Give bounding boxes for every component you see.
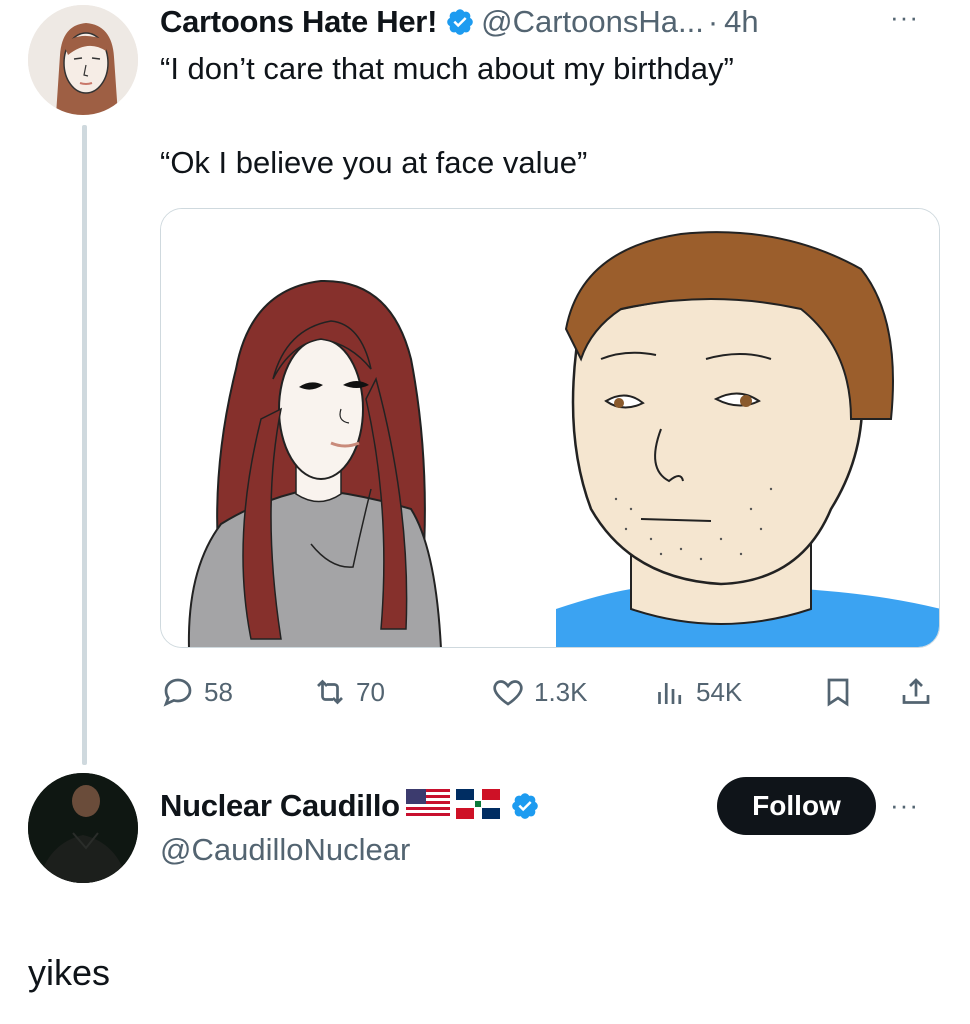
author-name[interactable]: Cartoons Hate Her! [160, 4, 437, 40]
more-options-icon[interactable]: ··· [890, 790, 919, 821]
dominican-flag-icon [455, 788, 500, 824]
separator-dot: · [707, 4, 719, 39]
tweet-text: “I don’t care that much about my birthda… [160, 50, 734, 181]
views-icon [658, 683, 682, 704]
views-count: 54K [696, 676, 743, 707]
more-options-icon[interactable]: ··· [890, 2, 919, 33]
repost-button[interactable]: 70 [312, 668, 385, 716]
tweet-timestamp[interactable]: 4h [724, 4, 758, 40]
reply-author-handle[interactable]: @CaudilloNuclear [160, 832, 546, 868]
views-button[interactable]: 54K [652, 668, 742, 716]
author-avatar[interactable] [28, 5, 138, 115]
bookmark-button[interactable] [820, 668, 856, 716]
tweet-text-line: “Ok I believe you at face value” [160, 145, 588, 180]
reply-text: yikes [28, 952, 111, 993]
tweet-header: Cartoons Hate Her! @CartoonsHa... · 4h [160, 4, 759, 40]
reply-user-info: Nuclear Caudillo @CaudilloNuclear [160, 786, 546, 868]
tweet-text-line: “I don’t care that much about my birthda… [160, 51, 734, 86]
verified-badge-icon [510, 791, 540, 821]
share-button[interactable] [898, 668, 934, 716]
repost-count: 70 [356, 676, 385, 707]
like-icon [493, 680, 523, 706]
verified-badge-icon [445, 7, 475, 37]
tweet-action-bar: 58 70 1.3K 54K [160, 668, 940, 716]
reply-button[interactable]: 58 [160, 668, 233, 716]
like-button[interactable]: 1.3K [490, 668, 588, 716]
us-flag-icon [405, 788, 450, 824]
reply-author-name[interactable]: Nuclear Caudillo [160, 788, 400, 824]
reply-author-avatar[interactable] [28, 773, 138, 883]
thread-connector-line [82, 125, 87, 765]
tweet-media-image[interactable] [160, 208, 940, 648]
reply-count: 58 [204, 676, 233, 707]
share-icon [902, 678, 930, 704]
reply-icon [163, 678, 192, 707]
like-count: 1.3K [534, 676, 588, 707]
author-handle[interactable]: @CartoonsHa... [481, 4, 704, 40]
bookmark-icon [827, 678, 849, 707]
repost-icon [317, 679, 343, 705]
follow-button[interactable]: Follow [717, 777, 876, 835]
